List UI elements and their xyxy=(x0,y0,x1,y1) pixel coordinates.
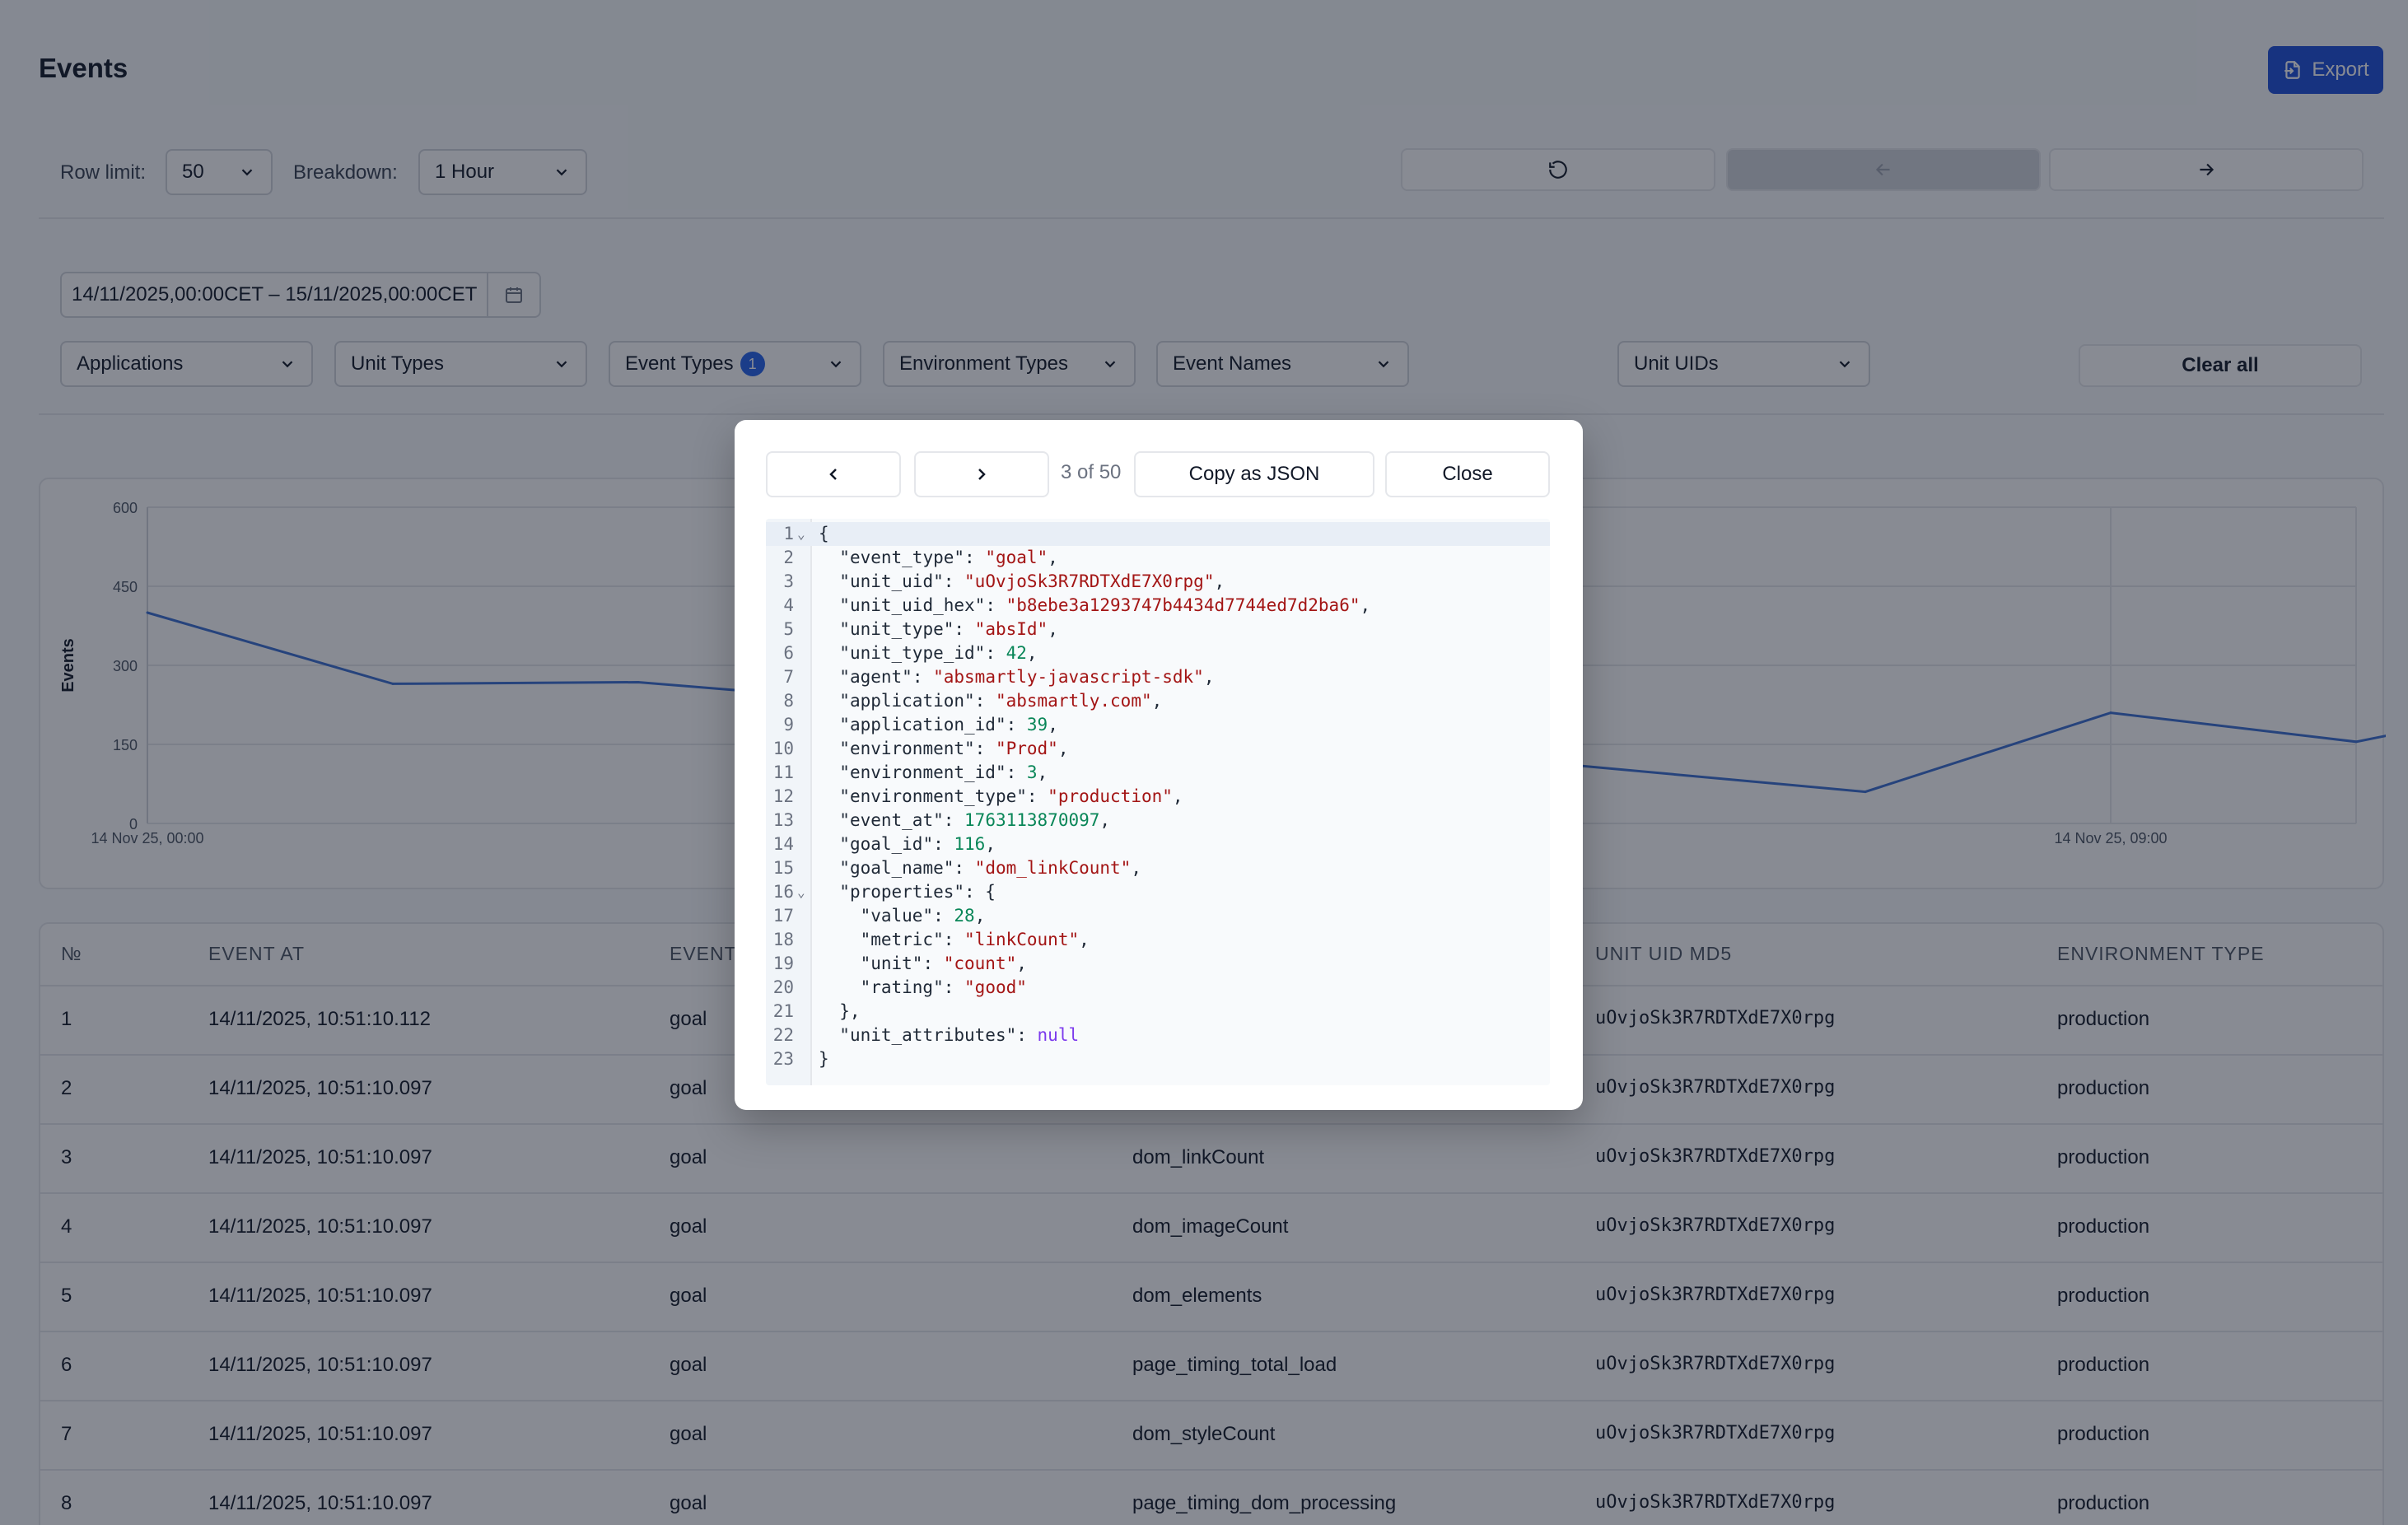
code-line: 10 "environment": "Prod", xyxy=(766,737,1550,761)
code-text: "goal_id": 116, xyxy=(839,834,996,854)
code-line: 21 }, xyxy=(766,1000,1550,1024)
code-text: "event_at": 1763113870097, xyxy=(839,810,1111,830)
copy-as-json-button[interactable]: Copy as JSON xyxy=(1134,451,1374,497)
code-line: 9 "application_id": 39, xyxy=(766,713,1550,737)
line-number: 4 xyxy=(783,595,794,615)
modal-counter: 3 of 50 xyxy=(1061,461,1122,483)
line-number: 3 xyxy=(783,571,794,591)
line-number: 2 xyxy=(783,548,794,567)
code-text: "environment_type": "production", xyxy=(839,786,1183,806)
code-text: "goal_name": "dom_linkCount", xyxy=(839,858,1141,878)
close-button[interactable]: Close xyxy=(1385,451,1550,497)
line-number: 12 xyxy=(772,786,794,806)
code-line: 13 "event_at": 1763113870097, xyxy=(766,809,1550,832)
modal-next-button[interactable] xyxy=(914,451,1049,497)
code-text: "unit": "count", xyxy=(860,954,1027,973)
code-line: 15 "goal_name": "dom_linkCount", xyxy=(766,856,1550,880)
code-text: "unit_uid_hex": "b8ebe3a1293747b4434d774… xyxy=(839,595,1371,615)
code-text: "event_type": "goal", xyxy=(839,548,1058,567)
line-number: 19 xyxy=(772,954,794,973)
code-line: 17 "value": 28, xyxy=(766,904,1550,928)
code-text: "environment_id": 3, xyxy=(839,762,1048,782)
code-line: 3 "unit_uid": "uOvjoSk3R7RDTXdE7X0rpg", xyxy=(766,570,1550,594)
code-text: "metric": "linkCount", xyxy=(860,930,1090,949)
event-detail-modal: 3 of 50 Copy as JSON Close 1 ⌄{2 "event_t… xyxy=(735,420,1583,1110)
code-line: 14 "goal_id": 116, xyxy=(766,832,1550,856)
code-line: 1 ⌄ { xyxy=(766,522,1550,546)
line-number: 6 xyxy=(783,643,794,663)
line-number: 15 xyxy=(772,858,794,878)
code-line: 20 "rating": "good" xyxy=(766,976,1550,1000)
code-text: "application_id": 39, xyxy=(839,715,1058,735)
line-number: 13 xyxy=(772,810,794,830)
code-line: 2 "event_type": "goal", xyxy=(766,546,1550,570)
code-text: "unit_type": "absId", xyxy=(839,619,1058,639)
fold-chevron-icon[interactable]: ⌄ xyxy=(797,880,805,904)
line-number: 16 xyxy=(772,882,794,902)
code-text: } xyxy=(819,1049,829,1069)
line-number: 17 xyxy=(772,906,794,926)
code-line: 5 "unit_type": "absId", xyxy=(766,618,1550,641)
code-text: "unit_type_id": 42, xyxy=(839,643,1038,663)
line-number: 5 xyxy=(783,619,794,639)
line-number: 1 xyxy=(783,524,794,543)
line-number: 8 xyxy=(783,691,794,711)
line-number: 7 xyxy=(783,667,794,687)
code-line: 22 "unit_attributes": null xyxy=(766,1024,1550,1047)
code-line: 19 "unit": "count", xyxy=(766,952,1550,976)
code-text: "unit_attributes": null xyxy=(839,1025,1080,1045)
code-text: "value": 28, xyxy=(860,906,986,926)
json-code-viewer[interactable]: 1 ⌄{2 "event_type": "goal", 3 "unit_uid": … xyxy=(766,519,1550,1085)
line-number: 11 xyxy=(772,762,794,782)
code-text: "environment": "Prod", xyxy=(839,739,1069,758)
code-line: 6 "unit_type_id": 42, xyxy=(766,641,1550,665)
code-text: "application": "absmartly.com", xyxy=(839,691,1163,711)
line-number: 23 xyxy=(772,1049,794,1069)
chevron-left-icon xyxy=(829,469,837,480)
code-line: 23} xyxy=(766,1047,1550,1071)
code-line: 18 "metric": "linkCount", xyxy=(766,928,1550,952)
code-line: 7 "agent": "absmartly-javascript-sdk", xyxy=(766,665,1550,689)
code-text: "unit_uid": "uOvjoSk3R7RDTXdE7X0rpg", xyxy=(839,571,1225,591)
code-line: 12 "environment_type": "production", xyxy=(766,785,1550,809)
line-number: 20 xyxy=(772,977,794,997)
code-text: "rating": "good" xyxy=(860,977,1027,997)
code-line: 16 ⌄ "properties": { xyxy=(766,880,1550,904)
code-text: "agent": "absmartly-javascript-sdk", xyxy=(839,667,1215,687)
line-number: 18 xyxy=(772,930,794,949)
code-text: }, xyxy=(819,1001,861,1021)
code-line: 8 "application": "absmartly.com", xyxy=(766,689,1550,713)
line-number: 10 xyxy=(772,739,794,758)
code-line: 4 "unit_uid_hex": "b8ebe3a1293747b4434d7… xyxy=(766,594,1550,618)
line-number: 21 xyxy=(772,1001,794,1021)
code-text: "properties": { xyxy=(839,882,996,902)
chevron-right-icon xyxy=(978,469,986,480)
line-number: 22 xyxy=(772,1025,794,1045)
code-text: { xyxy=(819,524,829,543)
line-number: 14 xyxy=(772,834,794,854)
fold-chevron-icon[interactable]: ⌄ xyxy=(797,522,805,546)
code-line: 11 "environment_id": 3, xyxy=(766,761,1550,785)
modal-previous-button[interactable] xyxy=(766,451,901,497)
line-number: 9 xyxy=(783,715,794,735)
